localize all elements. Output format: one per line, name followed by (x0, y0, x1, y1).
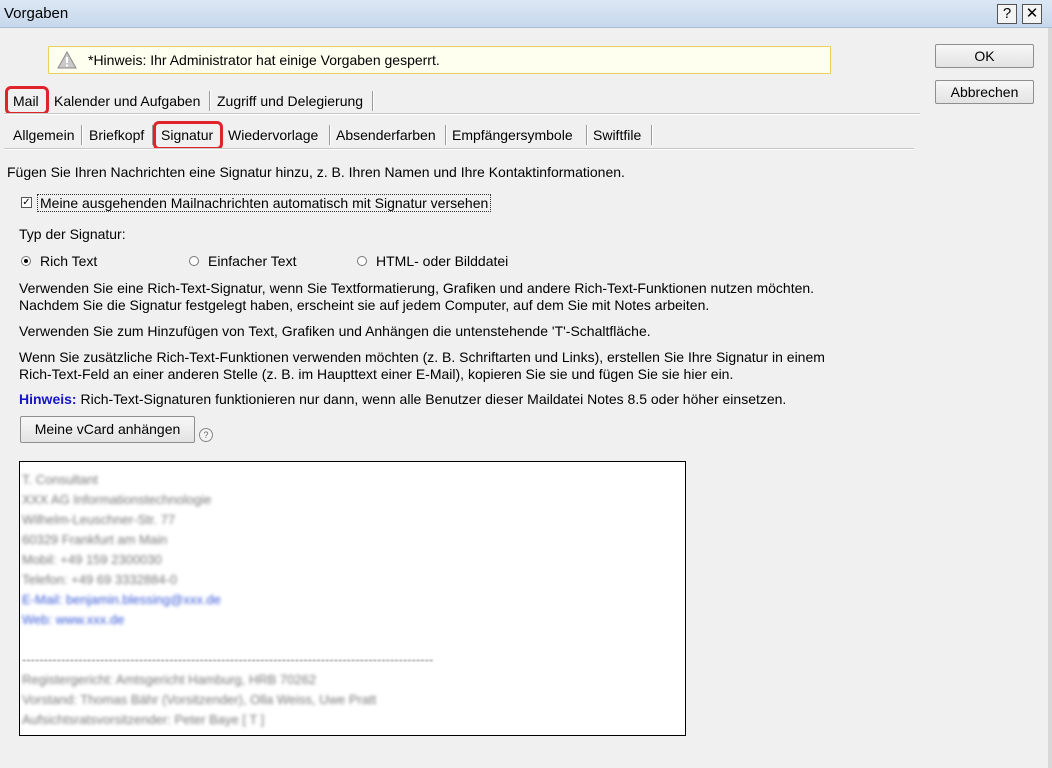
radio-plain-text-label[interactable]: Einfacher Text (208, 253, 296, 269)
hint-label: Hinweis: (19, 391, 77, 407)
signature-tab-highlight (153, 121, 223, 150)
hint-text: Rich-Text-Signaturen funktionieren nur d… (76, 391, 787, 407)
radio-rich-text[interactable] (21, 256, 31, 266)
auto-signature-checkbox[interactable]: ✓ (21, 197, 32, 208)
signature-web-line: Web: www.xxx.de (22, 612, 125, 627)
signature-line: Telefon: +49 69 3332884-0 (22, 572, 178, 587)
intro-text: Fügen Sie Ihren Nachrichten eine Signatu… (7, 164, 625, 180)
ok-button[interactable]: OK (935, 44, 1034, 68)
close-button[interactable]: ✕ (1022, 4, 1042, 24)
sub-tabs-divider (4, 148, 914, 150)
tab-access-delegation[interactable]: Zugriff und Delegierung (217, 89, 363, 113)
tab-calendar-tasks[interactable]: Kalender und Aufgaben (54, 89, 200, 113)
signature-line: Wilhelm-Leuschner-Str. 77 (22, 512, 176, 527)
window-edge (1048, 28, 1052, 768)
main-tabs-divider (4, 113, 920, 115)
signature-separator: ----------------------------------------… (22, 652, 434, 667)
signature-line: Registergericht: Amtsgericht Hamburg, HR… (22, 672, 317, 687)
rich-text-info-line1: Verwenden Sie eine Rich-Text-Signatur, w… (19, 280, 815, 296)
question-icon[interactable]: ? (199, 428, 213, 442)
signature-editor[interactable]: T. Consultant XXX AG Informationstechnol… (19, 461, 686, 736)
tab-general[interactable]: Allgemein (13, 123, 74, 147)
attach-vcard-button[interactable]: Meine vCard anhängen (20, 416, 195, 443)
signature-line: T. Consultant (22, 472, 98, 487)
signature-line: XXX AG Informationstechnologie (22, 492, 212, 507)
admin-notice-text: *Hinweis: Ihr Administrator hat einige V… (88, 52, 440, 68)
cancel-button[interactable]: Abbrechen (935, 80, 1034, 104)
signature-email-line: E-Mail: benjamin.blessing@xxx.de (22, 592, 221, 607)
window-title: Vorgaben (4, 5, 69, 22)
main-tabs: Mail Kalender und Aufgaben Zugriff und D… (0, 89, 380, 115)
signature-type-label: Typ der Signatur: (19, 226, 126, 242)
tab-recipient-icons[interactable]: Empfängersymbole (452, 123, 573, 147)
signature-line: Mobil: +49 159 2300030 (22, 552, 162, 567)
tab-follow-up[interactable]: Wiedervorlage (228, 123, 318, 147)
mail-tab-highlight (5, 86, 49, 115)
admin-notice: *Hinweis: Ihr Administrator hat einige V… (48, 46, 831, 74)
rich-text-features-line1: Wenn Sie zusätzliche Rich-Text-Funktione… (19, 349, 825, 365)
auto-signature-label-wrap: Meine ausgehenden Mailnachrichten automa… (37, 194, 492, 212)
auto-signature-label[interactable]: Meine ausgehenden Mailnachrichten automa… (37, 194, 492, 212)
tab-letterhead[interactable]: Briefkopf (89, 123, 144, 147)
tab-sender-colors[interactable]: Absenderfarben (336, 123, 436, 147)
rich-text-features-line2: Rich-Text-Feld an einer anderen Stelle (… (19, 366, 734, 382)
title-bar: Vorgaben ? ✕ (0, 0, 1052, 28)
sub-tabs: Allgemein Briefkopf Signatur Wiedervorla… (0, 123, 660, 149)
notes-version-hint: Hinweis: Rich-Text-Signaturen funktionie… (19, 391, 786, 407)
t-button-info: Verwenden Sie zum Hinzufügen von Text, G… (19, 323, 651, 339)
signature-line: 60329 Frankfurt am Main (22, 532, 168, 547)
rich-text-info-line2: Nachdem Sie die Signatur festgelegt habe… (19, 297, 710, 313)
signature-line: Vorstand: Thomas Bähr (Vorsitzender), Ol… (22, 692, 377, 707)
radio-plain-text[interactable] (189, 256, 199, 266)
radio-html-image-file-label[interactable]: HTML- oder Bilddatei (376, 253, 508, 269)
radio-html-image-file[interactable] (357, 256, 367, 266)
radio-rich-text-label[interactable]: Rich Text (40, 253, 97, 269)
tab-swiftfile[interactable]: Swiftfile (593, 123, 641, 147)
signature-line: Aufsichtsratsvorsitzender: Peter Baye [ … (22, 712, 265, 727)
warning-icon (57, 50, 77, 72)
help-button[interactable]: ? (997, 4, 1017, 24)
